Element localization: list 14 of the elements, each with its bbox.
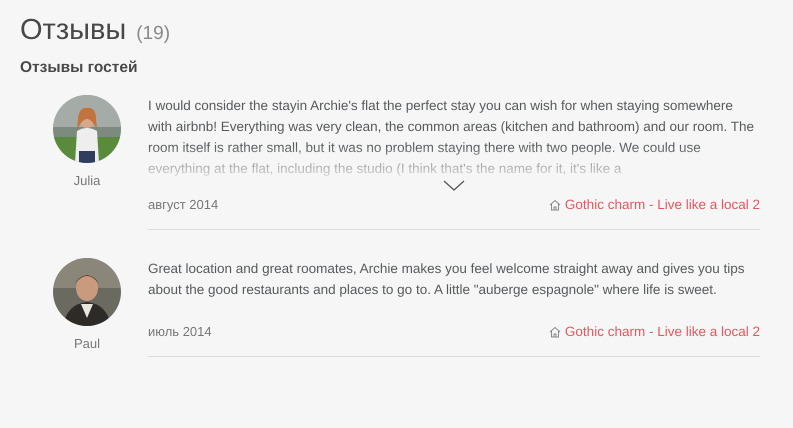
page-title: Отзывы	[20, 14, 126, 47]
listing-link[interactable]: Gothic charm - Live like a local 2	[548, 324, 760, 339]
house-icon	[548, 326, 561, 338]
review-date: июль 2014	[148, 324, 212, 339]
house-icon	[548, 198, 561, 210]
review-date: август 2014	[148, 197, 218, 212]
review-text: I would consider the stayin Archie's flat the perfect stay you can wish for when staying somewhere with airbnb! Everything was very clean, the common areas (kitchen and bathroom) and our room. The room itself is rather small, but it was no problem staying there with two people. We could use everything at the flat, including the studio (I think that's the name for it, it's like a	[148, 97, 756, 178]
review-text: Great location and great roomates, Archie makes you feel welcome straight away and gives you tips about the good restaurants and places to go to. A little "auberge espagnole" where life is sweet.	[148, 260, 746, 299]
chevron-down-icon[interactable]	[443, 180, 465, 191]
review-count: (19)	[136, 23, 170, 45]
guest-name: Paul	[74, 336, 100, 351]
section-title: Отзывы гостей	[20, 59, 139, 77]
guest-name: Julia	[74, 173, 100, 188]
listing-link[interactable]: Gothic charm - Live like a local 2	[548, 197, 760, 212]
